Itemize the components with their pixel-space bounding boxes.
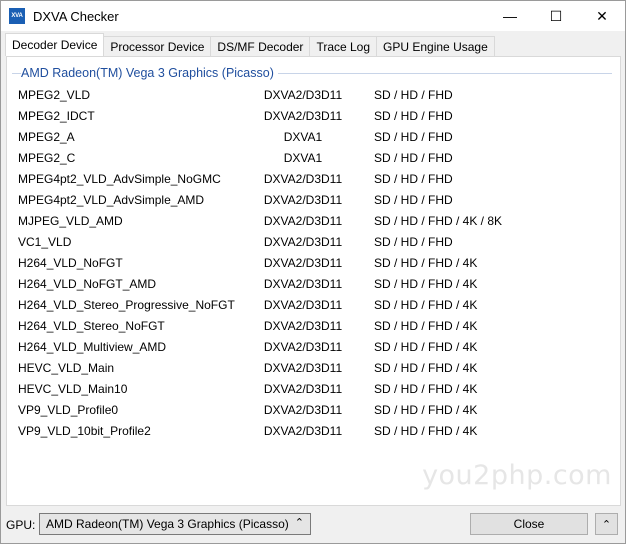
decoder-resolutions: SD / HD / FHD [374, 87, 453, 102]
title-bar: XVA DXVA Checker — ☐ ✕ [1, 1, 625, 31]
decoder-api: DXVA1 [283, 150, 323, 165]
decoder-name: H264_VLD_NoFGT_AMD [18, 276, 157, 291]
decoder-resolutions: SD / HD / FHD / 4K [374, 318, 478, 333]
decoder-row: HEVC_VLD_Main10 DXVA2/D3D11 SD / HD / FHD … [18, 378, 608, 399]
decoder-api: DXVA2/D3D11 [263, 339, 343, 354]
decoder-row: MJPEG_VLD_AMD DXVA2/D3D11 SD / HD / FHD / … [18, 210, 608, 231]
decoder-row: H264_VLD_Stereo_Progressive_NoFGT DXVA2/D… [18, 294, 608, 315]
decoder-api: DXVA2/D3D11 [263, 276, 343, 291]
decoder-device-panel: AMD Radeon(TM) Vega 3 Graphics (Picasso)… [6, 56, 621, 506]
decoder-row: MPEG4pt2_VLD_AdvSimple_NoGMC DXVA2/D3D11 S… [18, 168, 608, 189]
decoder-name: H264_VLD_Stereo_Progressive_NoFGT [18, 297, 235, 312]
decoder-name: H264_VLD_Multiview_AMD [18, 339, 167, 354]
decoder-api: DXVA2/D3D11 [263, 87, 343, 102]
decoder-row: HEVC_VLD_Main DXVA2/D3D11 SD / HD / FHD / … [18, 357, 608, 378]
decoder-name: HEVC_VLD_Main [18, 360, 115, 375]
decoder-row: MPEG2_IDCT DXVA2/D3D11 SD / HD / FHD [18, 105, 608, 126]
decoder-api: DXVA2/D3D11 [263, 192, 343, 207]
decoder-resolutions: SD / HD / FHD [374, 108, 453, 123]
decoder-resolutions: SD / HD / FHD [374, 234, 453, 249]
decoder-row: MPEG4pt2_VLD_AdvSimple_AMD DXVA2/D3D11 SD … [18, 189, 608, 210]
decoder-name: MPEG2_A [18, 129, 75, 144]
decoder-api: DXVA2/D3D11 [263, 108, 343, 123]
caption-buttons: — ☐ ✕ [487, 1, 625, 31]
decoder-row: H264_VLD_NoFGT_AMD DXVA2/D3D11 SD / HD / F… [18, 273, 608, 294]
gpu-label: GPU: [6, 518, 36, 532]
decoder-api: DXVA1 [283, 129, 323, 144]
chevron-up-icon: ⌃ [294, 517, 304, 529]
watermark: you2php.com [422, 460, 612, 491]
bottom-bar: GPU: AMD Radeon(TM) Vega 3 Graphics (Pic… [1, 511, 625, 541]
tab-decoder-device[interactable]: Decoder Device [5, 33, 105, 56]
decoder-row: MPEG2_VLD DXVA2/D3D11 SD / HD / FHD [18, 84, 608, 105]
tab-bar: Decoder Device Processor Device DS/MF De… [5, 33, 495, 56]
decoder-name: H264_VLD_NoFGT [18, 255, 123, 270]
decoder-resolutions: SD / HD / FHD / 4K [374, 423, 478, 438]
gpu-select-value: AMD Radeon(TM) Vega 3 Graphics (Picasso) [46, 517, 289, 531]
decoder-name: VP9_VLD_Profile0 [18, 402, 119, 417]
decoder-row: VC1_VLD DXVA2/D3D11 SD / HD / FHD [18, 231, 608, 252]
decoder-name: VC1_VLD [18, 234, 72, 249]
tab-gpu-engine-usage[interactable]: GPU Engine Usage [376, 36, 495, 56]
expand-button[interactable]: ⌃ [595, 513, 618, 535]
decoder-row: H264_VLD_Stereo_NoFGT DXVA2/D3D11 SD / HD … [18, 315, 608, 336]
decoder-row: H264_VLD_NoFGT DXVA2/D3D11 SD / HD / FHD /… [18, 252, 608, 273]
decoder-resolutions: SD / HD / FHD / 4K / 8K [374, 213, 503, 228]
decoder-resolutions: SD / HD / FHD / 4K [374, 381, 478, 396]
decoder-row: MPEG2_A DXVA1 SD / HD / FHD [18, 126, 608, 147]
decoder-name: MPEG2_VLD [18, 87, 91, 102]
decoder-resolutions: SD / HD / FHD [374, 129, 453, 144]
gpu-group-title: AMD Radeon(TM) Vega 3 Graphics (Picasso) [21, 66, 278, 80]
decoder-api: DXVA2/D3D11 [263, 381, 343, 396]
decoder-name: MPEG4pt2_VLD_AdvSimple_AMD [18, 192, 205, 207]
gpu-select[interactable]: AMD Radeon(TM) Vega 3 Graphics (Picasso)… [39, 513, 311, 535]
decoder-name: VP9_VLD_10bit_Profile2 [18, 423, 151, 438]
decoder-api: DXVA2/D3D11 [263, 255, 343, 270]
tab-trace-log[interactable]: Trace Log [309, 36, 378, 56]
decoder-api: DXVA2/D3D11 [263, 171, 343, 186]
decoder-row: MPEG2_C DXVA1 SD / HD / FHD [18, 147, 608, 168]
decoder-name: MPEG2_IDCT [18, 108, 95, 123]
maximize-button[interactable]: ☐ [533, 1, 579, 31]
window-title: DXVA Checker [33, 8, 119, 24]
decoder-resolutions: SD / HD / FHD / 4K [374, 339, 478, 354]
decoder-name: HEVC_VLD_Main10 [18, 381, 128, 396]
decoder-api: DXVA2/D3D11 [263, 234, 343, 249]
decoder-api: DXVA2/D3D11 [263, 360, 343, 375]
decoder-name: MPEG4pt2_VLD_AdvSimple_NoGMC [18, 171, 221, 186]
decoder-row: VP9_VLD_Profile0 DXVA2/D3D11 SD / HD / FHD… [18, 399, 608, 420]
decoder-api: DXVA2/D3D11 [263, 297, 343, 312]
decoder-resolutions: SD / HD / FHD / 4K [374, 402, 478, 417]
decoder-list: MPEG2_VLD DXVA2/D3D11 SD / HD / FHD MPEG2_I… [18, 84, 608, 441]
decoder-row: H264_VLD_Multiview_AMD DXVA2/D3D11 SD / HD… [18, 336, 608, 357]
decoder-resolutions: SD / HD / FHD / 4K [374, 297, 478, 312]
decoder-resolutions: SD / HD / FHD [374, 150, 453, 165]
decoder-resolutions: SD / HD / FHD [374, 192, 453, 207]
tab-processor-device[interactable]: Processor Device [103, 36, 212, 56]
decoder-api: DXVA2/D3D11 [263, 213, 343, 228]
close-window-button[interactable]: ✕ [579, 1, 625, 31]
decoder-resolutions: SD / HD / FHD / 4K [374, 276, 478, 291]
app-icon: XVA [9, 8, 25, 24]
minimize-button[interactable]: — [487, 1, 533, 31]
decoder-row: VP9_VLD_10bit_Profile2 DXVA2/D3D11 SD / HD… [18, 420, 608, 441]
tab-ds-mf-decoder[interactable]: DS/MF Decoder [210, 36, 311, 56]
close-button[interactable]: Close [470, 513, 588, 535]
decoder-resolutions: SD / HD / FHD / 4K [374, 360, 478, 375]
decoder-api: DXVA2/D3D11 [263, 402, 343, 417]
decoder-api: DXVA2/D3D11 [263, 423, 343, 438]
decoder-api: DXVA2/D3D11 [263, 318, 343, 333]
decoder-name: H264_VLD_Stereo_NoFGT [18, 318, 165, 333]
chevron-up-icon: ⌃ [601, 518, 612, 531]
decoder-name: MPEG2_C [18, 150, 76, 165]
decoder-name: MJPEG_VLD_AMD [18, 213, 123, 228]
app-window: XVA DXVA Checker — ☐ ✕ Decoder Device Pr… [0, 0, 626, 544]
decoder-resolutions: SD / HD / FHD [374, 171, 453, 186]
decoder-resolutions: SD / HD / FHD / 4K [374, 255, 478, 270]
